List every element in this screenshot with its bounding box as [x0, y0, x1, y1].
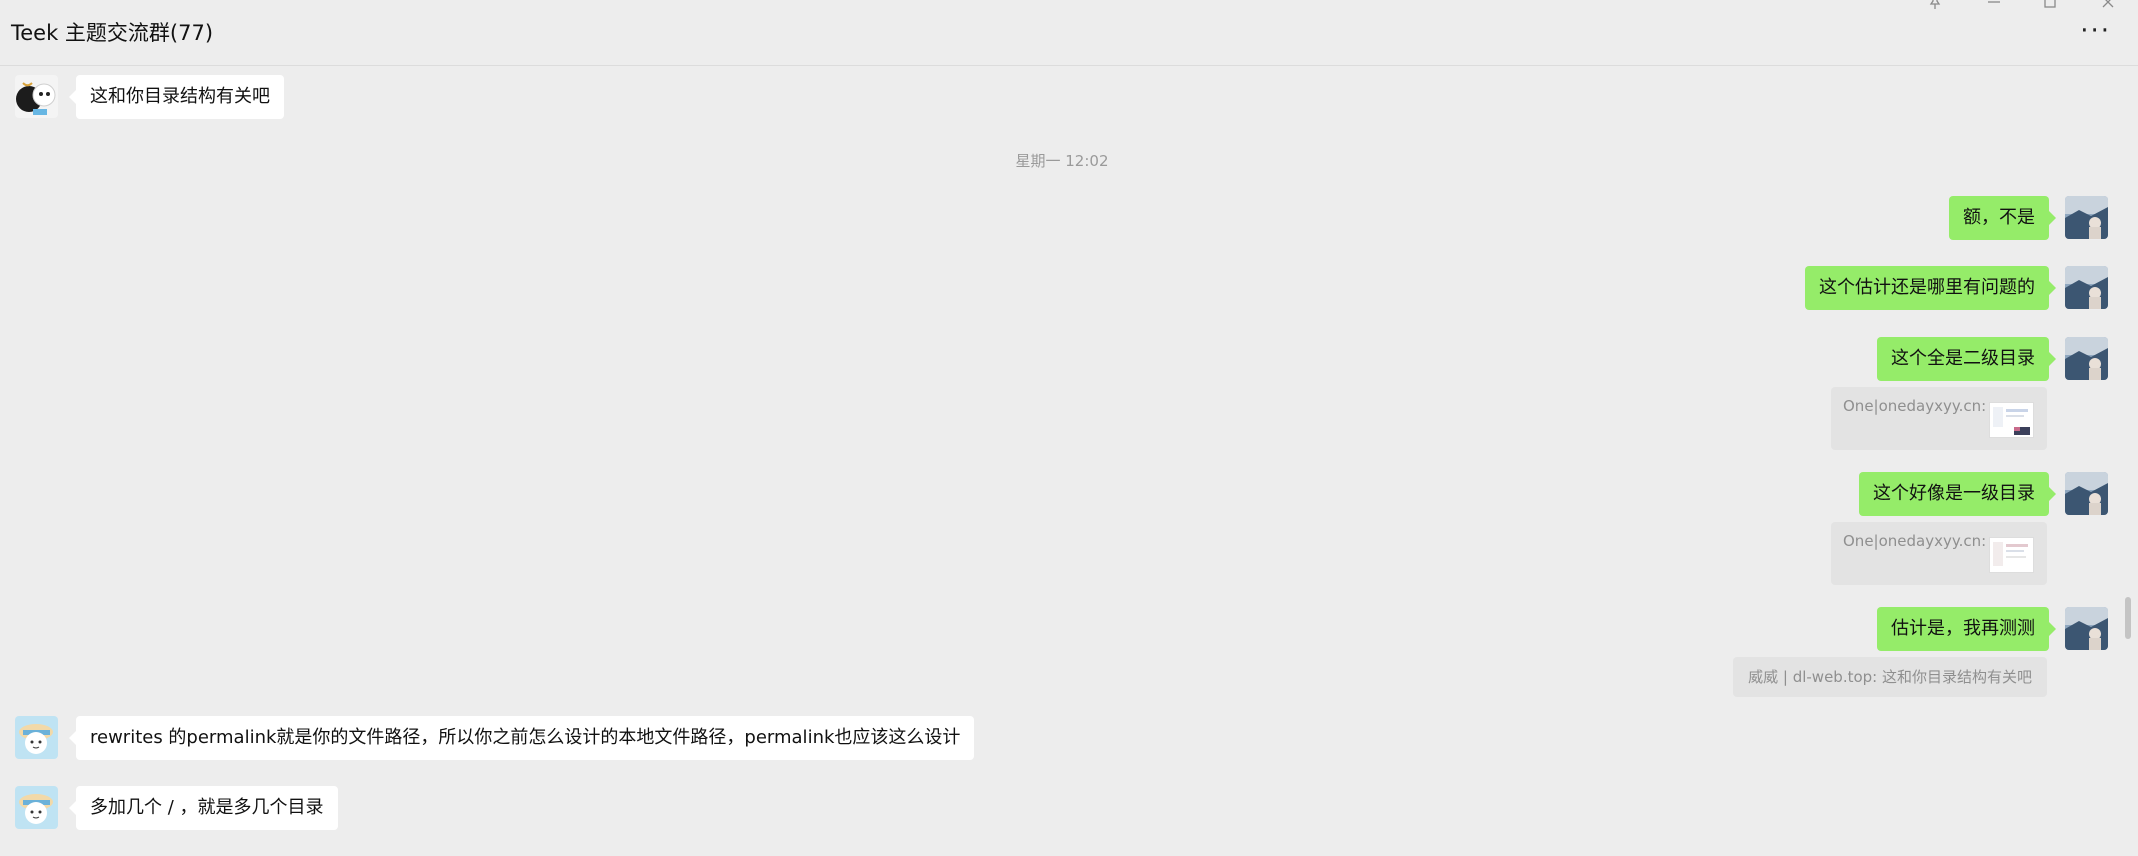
avatar-other-user[interactable]	[15, 716, 58, 759]
chat-title: Teek 主题交流群(77)	[11, 21, 214, 45]
message-bubble-outgoing[interactable]: 这个全是二级目录	[1877, 337, 2056, 381]
message-bubble-incoming[interactable]: 多加几个 / ，就是多几个目录	[69, 786, 338, 830]
quoted-reply[interactable]: One|onedayxyy.cn:	[1831, 522, 2047, 585]
pin-icon[interactable]	[1927, 0, 1943, 10]
minimize-icon[interactable]	[1986, 0, 2002, 10]
quoted-image-thumbnail[interactable]	[1989, 537, 2034, 573]
quoted-reply[interactable]: One|onedayxyy.cn:	[1831, 387, 2047, 450]
quoted-reply-text: One|onedayxyy.cn:	[1843, 532, 1987, 550]
more-dots-icon[interactable]: ···	[2080, 18, 2111, 44]
message-bubble-outgoing[interactable]: 这个好像是一级目录	[1859, 472, 2056, 516]
avatar-self[interactable]	[2065, 196, 2108, 239]
quoted-reply[interactable]: 威威 | dl-web.top: 这和你目录结构有关吧	[1733, 657, 2047, 697]
maximize-icon[interactable]	[2042, 0, 2058, 10]
avatar-other-user[interactable]	[15, 786, 58, 829]
avatar-self[interactable]	[2065, 337, 2108, 380]
chat-scrollbar[interactable]	[2125, 597, 2131, 639]
quoted-reply-text: One|onedayxyy.cn:	[1843, 397, 1987, 415]
close-icon[interactable]	[2100, 0, 2116, 10]
message-bubble-incoming[interactable]: rewrites 的permalink就是你的文件路径，所以你之前怎么设计的本地…	[68, 716, 975, 760]
chat-header: Teek 主题交流群(77) ···	[0, 0, 2138, 66]
avatar-other-user[interactable]	[15, 75, 58, 118]
avatar-self[interactable]	[2065, 266, 2108, 309]
quoted-image-thumbnail[interactable]	[1989, 402, 2034, 438]
avatar-self[interactable]	[2065, 472, 2108, 515]
avatar-self[interactable]	[2065, 607, 2108, 650]
message-timestamp: 星期一 12:02	[1015, 152, 1109, 170]
message-bubble-incoming[interactable]: 这和你目录结构有关吧	[69, 75, 284, 119]
message-bubble-outgoing[interactable]: 这个估计还是哪里有问题的	[1805, 266, 2056, 310]
message-bubble-outgoing[interactable]: 估计是，我再测测	[1877, 607, 2056, 651]
message-bubble-outgoing[interactable]: 额，不是	[1949, 196, 2056, 240]
